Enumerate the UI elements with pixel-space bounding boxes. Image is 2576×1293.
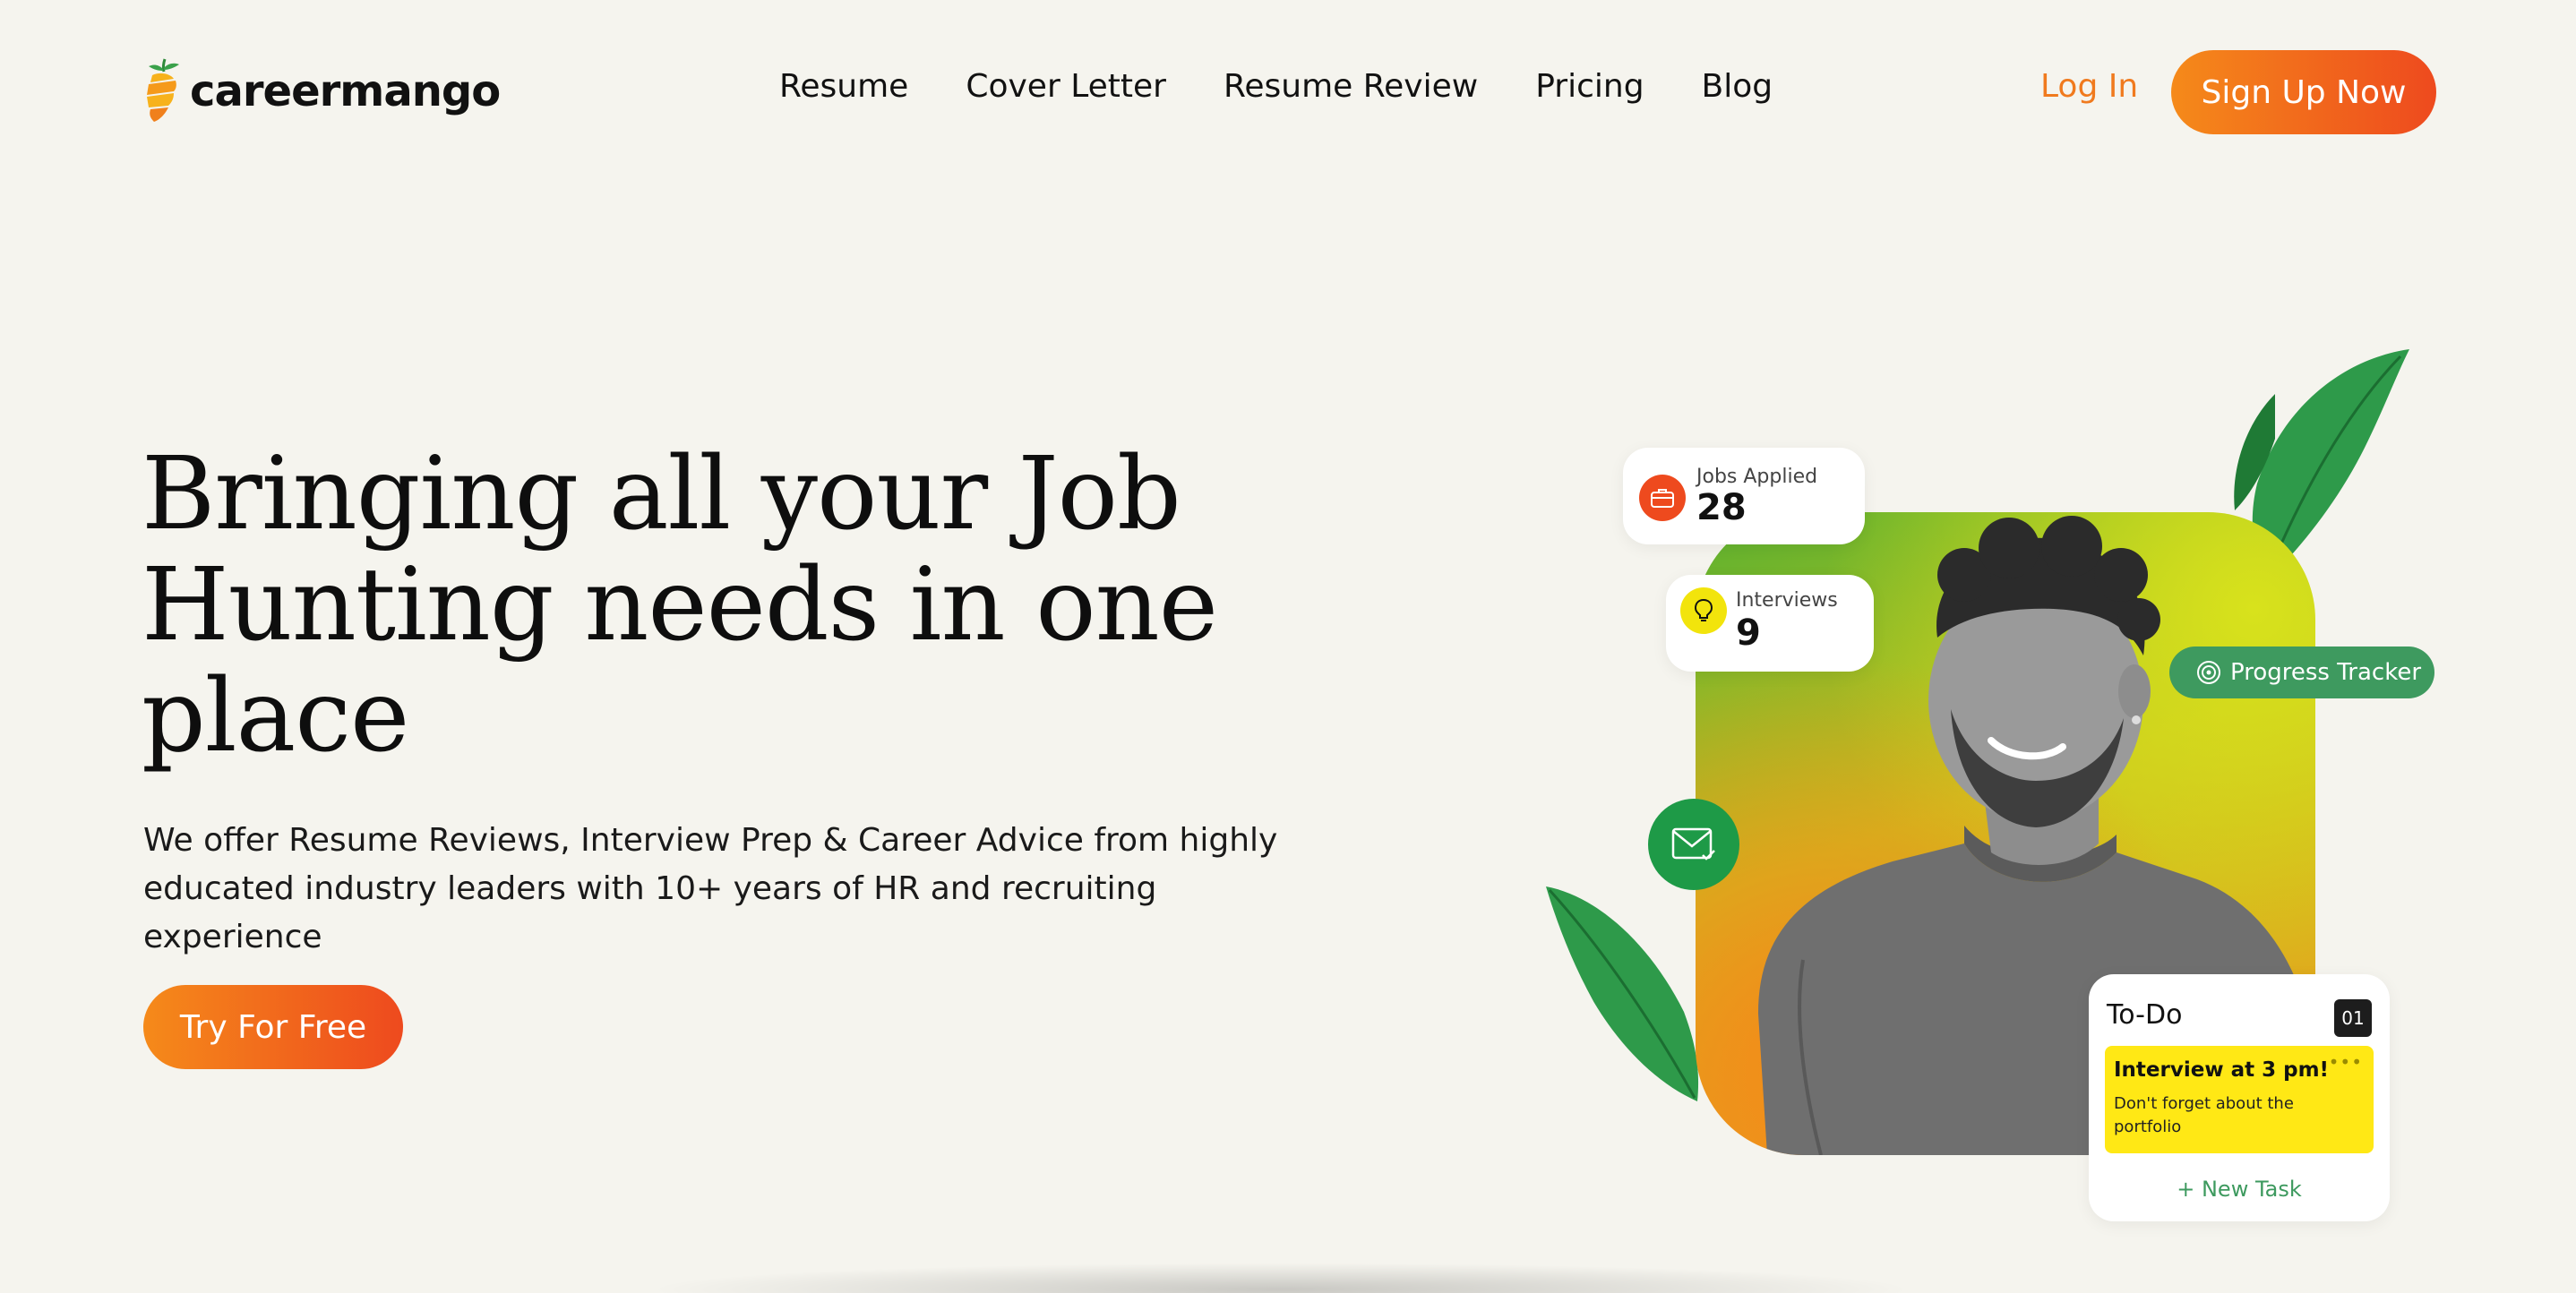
interviews-label: Interviews	[1736, 589, 1838, 612]
todo-title: To-Do	[2107, 999, 2183, 1031]
nav-item-blog[interactable]: Blog	[1702, 68, 1773, 105]
nav-item-resume-review[interactable]: Resume Review	[1224, 68, 1478, 105]
brand-logo[interactable]: careermango	[142, 47, 501, 136]
brand-name: careermango	[190, 66, 501, 116]
jobs-applied-label: Jobs Applied	[1696, 466, 1818, 488]
briefcase-icon	[1639, 475, 1686, 521]
hero-illustration: Jobs Applied 28 Interviews 9 Progress Tr…	[1541, 340, 2454, 1236]
main-nav: Resume Cover Letter Resume Review Pricin…	[779, 68, 1773, 105]
leaf-left-icon	[1546, 886, 1699, 1101]
hero-subtitle: We offer Resume Reviews, Interview Prep …	[143, 822, 1278, 955]
site-header: careermango Resume Cover Letter Resume R…	[0, 0, 2576, 188]
interviews-value: 9	[1736, 612, 1761, 654]
mail-check-icon	[1648, 799, 1739, 890]
todo-note-body: Don't forget about the portfolio	[2114, 1094, 2294, 1136]
section-divider-shadow	[645, 1263, 1917, 1293]
try-for-free-button[interactable]: Try For Free	[143, 985, 403, 1069]
mango-logo-icon	[147, 58, 179, 122]
login-link[interactable]: Log In	[2040, 68, 2138, 105]
nav-item-pricing[interactable]: Pricing	[1535, 68, 1644, 105]
nav-item-cover-letter[interactable]: Cover Letter	[966, 68, 1166, 105]
more-dots-icon[interactable]: •••	[2329, 1051, 2363, 1073]
target-icon	[2197, 661, 2220, 684]
new-task-button[interactable]: + New Task	[2089, 1177, 2390, 1202]
todo-note: ••• Interview at 3 pm! Don't forget abou…	[2105, 1046, 2374, 1153]
todo-note-title: Interview at 3 pm!	[2114, 1058, 2330, 1082]
jobs-applied-card: Jobs Applied 28	[1623, 448, 1865, 544]
progress-tracker-badge: Progress Tracker	[2169, 646, 2434, 698]
interviews-card: Interviews 9	[1666, 575, 1874, 672]
signup-button[interactable]: Sign Up Now	[2171, 50, 2436, 134]
jobs-applied-value: 28	[1696, 487, 1747, 528]
todo-count-badge: 01	[2334, 999, 2372, 1037]
hero-title: Bringing all your Job Hunting needs in o…	[142, 436, 1218, 775]
progress-tracker-label: Progress Tracker	[2230, 659, 2422, 686]
lightbulb-icon	[1680, 587, 1727, 634]
todo-card: To-Do 01 ••• Interview at 3 pm! Don't fo…	[2089, 974, 2390, 1221]
nav-item-resume[interactable]: Resume	[779, 68, 908, 105]
